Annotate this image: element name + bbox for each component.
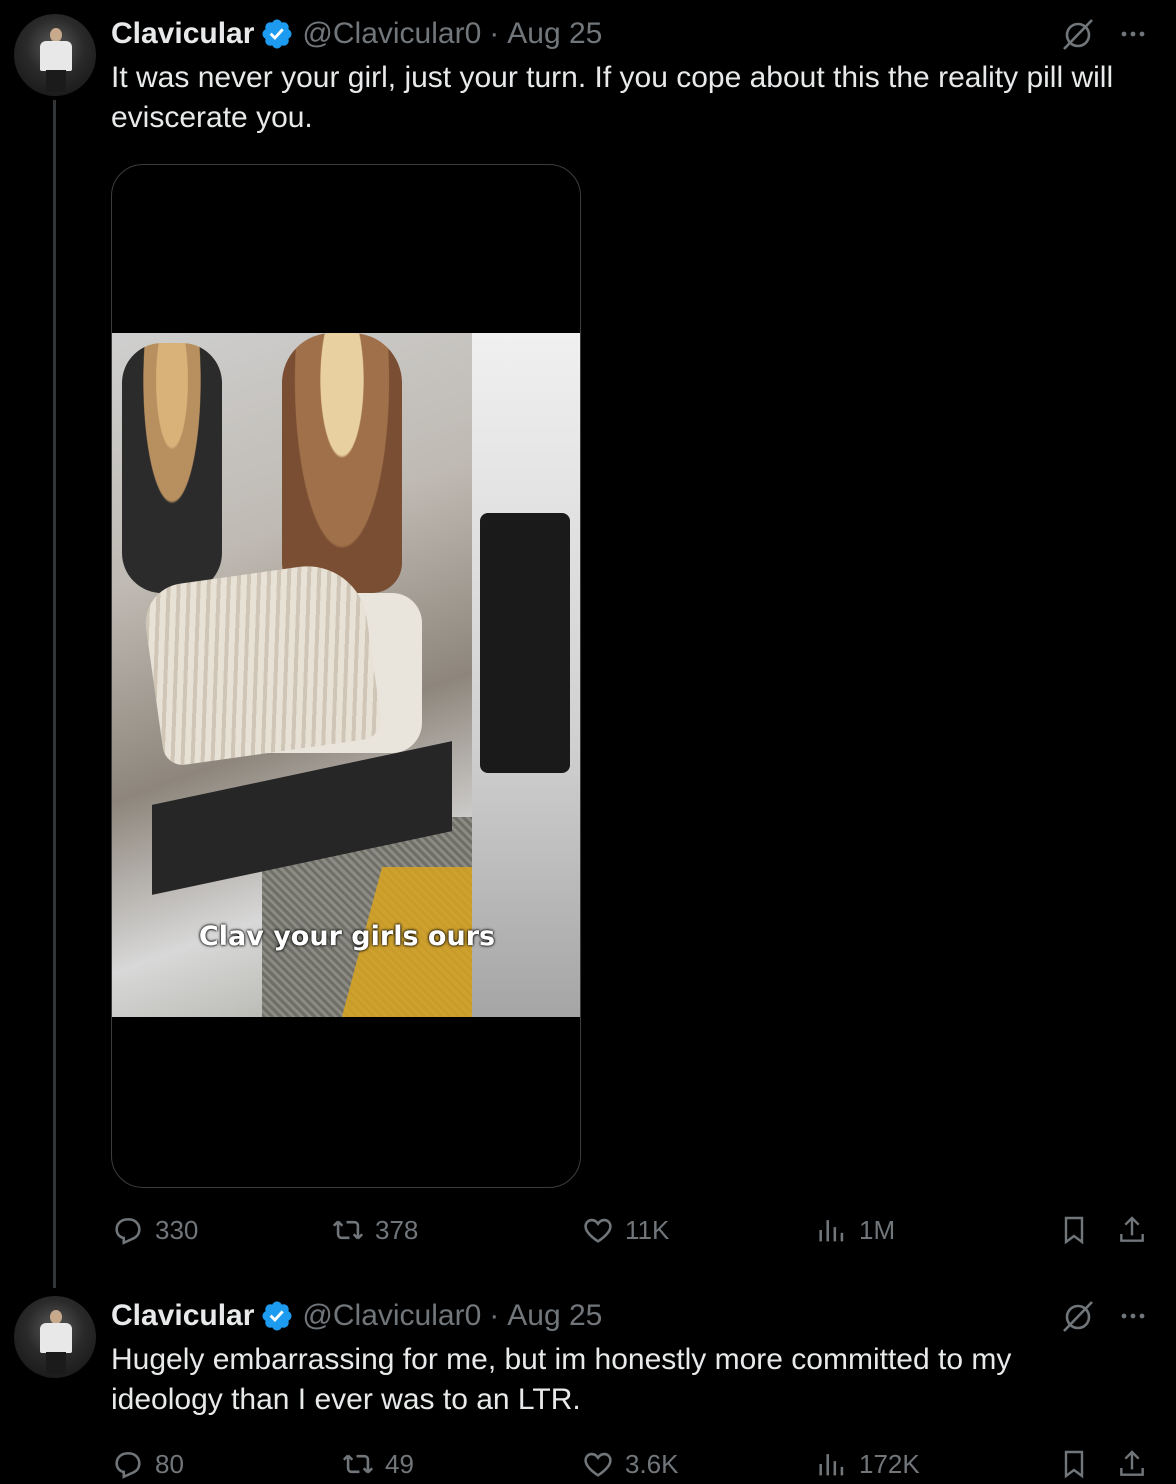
repost-icon (342, 1454, 374, 1474)
views-icon (819, 1454, 844, 1476)
display-name[interactable]: Clavicular (111, 1299, 254, 1333)
like-button[interactable]: 3.6K (581, 1444, 679, 1484)
avatar[interactable] (14, 1296, 96, 1378)
thread-line (53, 100, 56, 1288)
tweet-date[interactable]: Aug 25 (507, 1299, 602, 1333)
bookmark-icon[interactable] (1058, 1214, 1090, 1246)
like-count: 3.6K (625, 1448, 679, 1479)
verified-badge-icon (262, 19, 292, 49)
repost-button[interactable]: 49 (341, 1444, 414, 1484)
reply-button[interactable]: 330 (111, 1210, 198, 1250)
reply-icon (115, 1218, 141, 1245)
separator-dot: · (489, 1299, 500, 1332)
bookmark-icon[interactable] (1058, 1448, 1090, 1480)
display-name[interactable]: Clavicular (111, 17, 254, 51)
grok-icon[interactable] (1060, 16, 1096, 52)
tweet-header: Clavicular @Clavicular0 · Aug 25 (111, 14, 1148, 54)
tweet-header: Clavicular @Clavicular0 · Aug 25 (111, 1296, 1148, 1336)
reply-count: 80 (155, 1448, 184, 1479)
action-bar: 330 378 11K 1M (111, 1210, 1148, 1250)
like-icon (584, 1218, 612, 1243)
tweet-1[interactable]: Clavicular @Clavicular0 · Aug 25 It was … (0, 0, 1176, 1288)
views-count: 172K (859, 1448, 920, 1479)
repost-icon (332, 1220, 364, 1240)
repost-button[interactable]: 378 (331, 1210, 418, 1250)
like-button[interactable]: 11K (581, 1210, 669, 1250)
tweet-2[interactable]: Clavicular @Clavicular0 · Aug 25 Hugely … (0, 1296, 1176, 1484)
share-icon[interactable] (1116, 1214, 1148, 1246)
tweet-text: It was never your girl, just your turn. … (111, 61, 1114, 134)
repost-count: 378 (375, 1214, 419, 1245)
views-count: 1M (859, 1214, 896, 1245)
tweet-date[interactable]: Aug 25 (507, 17, 602, 51)
share-icon[interactable] (1116, 1448, 1148, 1480)
handle[interactable]: @Clavicular0 (302, 1299, 481, 1333)
like-count: 11K (625, 1214, 670, 1245)
views-button[interactable]: 172K (815, 1444, 920, 1484)
views-button[interactable]: 1M (815, 1210, 895, 1250)
repost-count: 49 (385, 1448, 414, 1479)
like-icon (584, 1452, 612, 1477)
tweet-text: Hugely embarrassing for me, but im hones… (111, 1343, 1012, 1416)
video-caption: Clav your girls ours (198, 921, 496, 952)
separator-dot: · (489, 17, 500, 50)
reply-count: 330 (155, 1214, 199, 1245)
more-icon[interactable] (1118, 1301, 1148, 1331)
handle[interactable]: @Clavicular0 (302, 17, 481, 51)
action-bar: 80 49 3.6K 172K (111, 1444, 1148, 1484)
avatar[interactable] (14, 14, 96, 96)
reply-icon (115, 1452, 141, 1479)
views-icon (819, 1220, 844, 1242)
verified-badge-icon (262, 1301, 292, 1331)
more-icon[interactable] (1118, 19, 1148, 49)
video-media[interactable]: Clav your girls ours (111, 164, 581, 1188)
reply-button[interactable]: 80 (111, 1444, 184, 1484)
video-frame[interactable]: Clav your girls ours (112, 333, 580, 1017)
grok-icon[interactable] (1060, 1298, 1096, 1334)
